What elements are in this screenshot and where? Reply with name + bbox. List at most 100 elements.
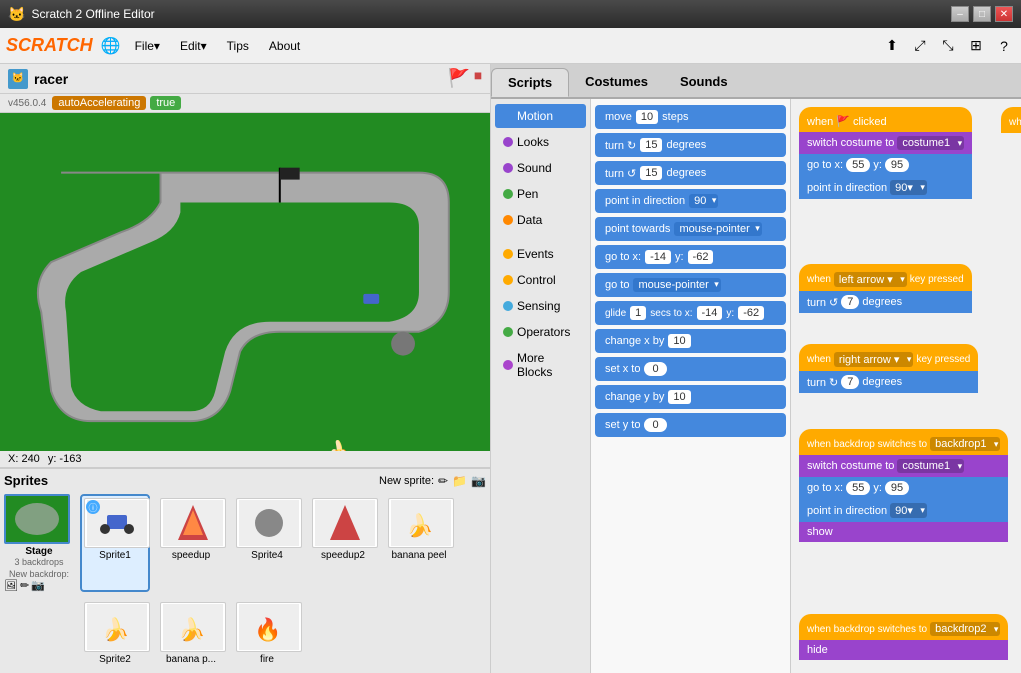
ws-dir-drop-2[interactable]: 90▾ [890,503,927,518]
ws-turn-ccw-val[interactable]: 7 [841,295,859,309]
ws-block-backdrop1[interactable]: when backdrop switches to backdrop1 [799,429,1008,455]
category-more[interactable]: More Blocks [495,346,586,384]
menu-edit[interactable]: Edit▾ [174,36,213,56]
ws-dir-drop-1[interactable]: 90▾ [890,180,927,195]
sprite-item-sprite2[interactable]: 🍌 Sprite2 [80,598,150,669]
ws-block-when-clicked[interactable]: when 🚩 clicked [799,107,972,132]
block-move[interactable]: move 10 steps [595,105,786,129]
stop-button[interactable]: ⏹ [474,68,482,89]
block-point-towards[interactable]: point towards mouse-pointer [595,217,786,241]
block-goto-xy[interactable]: go to x: -14 y: -62 [595,245,786,269]
ws-x-val-2[interactable]: 55 [846,481,870,495]
sprite-item-sprite4[interactable]: Sprite4 [232,494,302,592]
ws-block-show[interactable]: show [799,522,1008,542]
block-set-x[interactable]: set x to 0 [595,357,786,381]
ws-block-when-left-arrow[interactable]: when left arrow ▾ key pressed [799,264,972,291]
paint-backdrop-icon[interactable]: 🖼 [4,579,18,592]
block-move-value[interactable]: 10 [636,110,658,124]
ws-block-when-down-arrow[interactable]: when down arro... key pressed [1001,107,1021,133]
block-point-direction[interactable]: point in direction 90 [595,189,786,213]
help-icon[interactable]: ? [993,35,1015,57]
block-glide[interactable]: glide 1 secs to x: -14 y: -62 [595,301,786,325]
category-pen[interactable]: Pen [495,182,586,206]
tab-costumes[interactable]: Costumes [569,68,664,97]
block-change-x[interactable]: change x by 10 [595,329,786,353]
minimize-button[interactable]: – [951,6,969,22]
sprite-item-speedup2[interactable]: speedup2 [308,494,378,592]
category-motion[interactable]: Motion [495,104,586,128]
ws-block-goto-xy-2[interactable]: go to x: 55 y: 95 [799,477,1008,499]
category-operators[interactable]: Operators [495,320,586,344]
maximize-button[interactable]: □ [973,6,991,22]
upload-backdrop-icon[interactable]: ✏ [20,579,29,592]
ws-block-backdrop2[interactable]: when backdrop switches to backdrop2 [799,614,1008,640]
category-events[interactable]: Events [495,242,586,266]
ws-block-point-dir-2[interactable]: point in direction 90▾ [799,499,1008,522]
block-glide-secs[interactable]: 1 [630,306,646,320]
ws-turn-cw-val[interactable]: 7 [841,375,859,389]
menu-about[interactable]: About [263,36,306,56]
block-goto[interactable]: go to mouse-pointer [595,273,786,297]
ws-costume1-drop[interactable]: costume1 [897,136,964,150]
tab-scripts[interactable]: Scripts [491,68,569,97]
ws-block-turn-ccw-1[interactable]: turn ↺ 7 degrees [799,291,972,313]
block-goto-y-value[interactable]: -62 [688,250,714,264]
upload-sprite-icon[interactable]: 📁 [452,474,467,488]
block-set-y[interactable]: set y to 0 [595,413,786,437]
ws-block-switch-costume-2[interactable]: switch costume to costume1 [799,455,1008,477]
stage-item[interactable]: Stage 3 backdrops New backdrop: 🖼 ✏ 📷 [4,494,74,592]
block-glide-y[interactable]: -62 [738,306,764,320]
ws-right-arrow-drop[interactable]: right arrow ▾ [834,352,914,367]
sprite-item-bananapeel[interactable]: 🍌 banana peel [384,494,454,592]
ws-y-val-2[interactable]: 95 [885,481,909,495]
expand-icon[interactable]: ⤡ [937,35,959,57]
block-turn-cw[interactable]: turn ↻ 15 degrees [595,133,786,157]
block-set-y-value[interactable]: 0 [644,418,666,432]
category-data[interactable]: Data [495,208,586,232]
category-looks[interactable]: Looks [495,130,586,154]
ws-backdrop1-drop[interactable]: backdrop1 [930,437,1000,451]
block-turn-cw-value[interactable]: 15 [640,138,662,152]
camera-backdrop-icon[interactable]: 📷 [31,579,45,592]
menu-file[interactable]: File▾ [129,36,166,56]
category-sensing[interactable]: Sensing [495,294,586,318]
globe-icon[interactable]: 🌐 [101,36,121,56]
ws-block-hide[interactable]: hide [799,640,1008,660]
ws-x-val-1[interactable]: 55 [846,158,870,172]
ws-block-when-right-arrow[interactable]: when right arrow ▾ key pressed [799,344,978,371]
ws-left-arrow-drop[interactable]: left arrow ▾ [834,272,907,287]
sprite-item-bananap[interactable]: 🍌 banana p... [156,598,226,669]
sprite-item-speedup[interactable]: speedup [156,494,226,592]
upload-icon[interactable]: ⬆ [881,35,903,57]
green-flag-button[interactable]: 🚩 [448,68,470,89]
ws-block-switch-costume-1[interactable]: switch costume to costume1 [799,132,972,154]
ws-block-turn-cw-1[interactable]: turn ↻ 7 degrees [799,371,978,393]
shrink-icon[interactable]: ⊞ [965,35,987,57]
ws-y-val-1[interactable]: 95 [885,158,909,172]
menu-tips[interactable]: Tips [221,36,255,56]
block-change-y-value[interactable]: 10 [668,390,690,404]
block-towards-dropdown[interactable]: mouse-pointer [674,222,761,236]
ws-backdrop2-drop[interactable]: backdrop2 [930,622,1000,636]
fullscreen-icon[interactable]: ⤢ [909,35,931,57]
tab-sounds[interactable]: Sounds [664,68,744,97]
block-goto-x-value[interactable]: -14 [645,250,671,264]
block-set-x-value[interactable]: 0 [644,362,666,376]
category-sound[interactable]: Sound [495,156,586,180]
close-button[interactable]: ✕ [995,6,1013,22]
block-direction-dropdown[interactable]: 90 [689,194,718,208]
paint-new-sprite-icon[interactable]: ✏ [438,474,448,488]
ws-block-point-dir-1[interactable]: point in direction 90▾ [799,176,972,199]
block-turn-ccw-value[interactable]: 15 [640,166,662,180]
block-glide-x[interactable]: -14 [697,306,723,320]
category-control[interactable]: Control [495,268,586,292]
block-goto-dropdown[interactable]: mouse-pointer [633,278,720,292]
ws-block-goto-xy-1[interactable]: go to x: 55 y: 95 [799,154,972,176]
sprite-item-fire[interactable]: 🔥 fire [232,598,302,669]
camera-sprite-icon[interactable]: 📷 [471,474,486,488]
sprite-item-sprite1[interactable]: ⓘ Sprite1 [80,494,150,592]
block-turn-ccw[interactable]: turn ↺ 15 degrees [595,161,786,185]
block-change-x-value[interactable]: 10 [668,334,690,348]
ws-costume1-drop-2[interactable]: costume1 [897,459,964,473]
block-change-y[interactable]: change y by 10 [595,385,786,409]
